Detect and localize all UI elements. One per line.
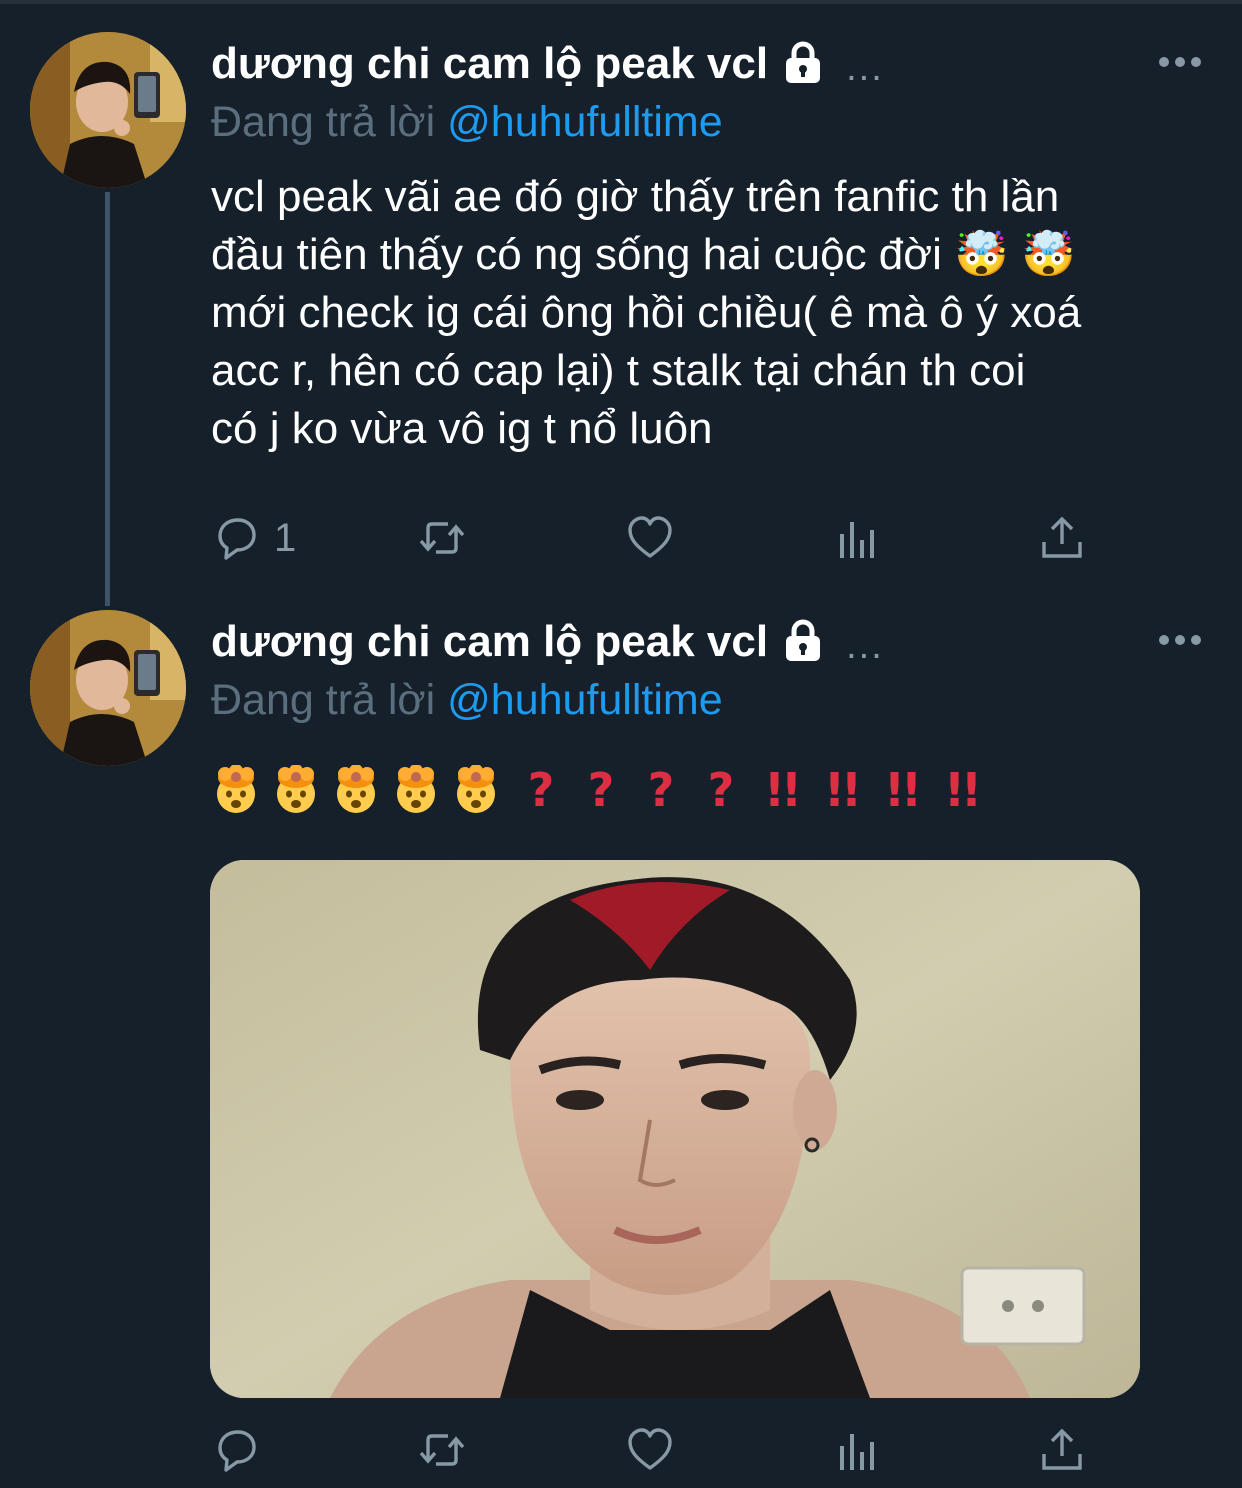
double-exclamation: !! — [824, 763, 862, 817]
tweet-text: vcl peak vãi ae đó giờ thấy trên fanfic … — [211, 172, 1082, 453]
replying-to: Đang trả lời @huhufulltime — [211, 676, 723, 725]
analytics-icon — [840, 1434, 874, 1470]
share-icon — [1042, 1428, 1082, 1470]
heart-icon — [628, 1428, 672, 1470]
retweet-icon — [419, 1434, 465, 1466]
tweet-actions: 1 — [0, 508, 1242, 568]
replying-to: Đang trả lời @huhufulltime — [211, 98, 723, 147]
author-name[interactable]: dương chi cam lộ peak vcl — [211, 39, 768, 89]
analytics-icon — [840, 522, 874, 558]
retweet-button[interactable] — [418, 1420, 466, 1480]
double-exclamation: !! — [944, 763, 982, 817]
avatar[interactable] — [30, 610, 186, 766]
share-button[interactable] — [1038, 508, 1086, 568]
tweet-photo[interactable] — [210, 860, 1140, 1398]
analytics-button[interactable] — [834, 1420, 882, 1480]
like-button[interactable] — [626, 508, 674, 568]
author-name[interactable]: dương chi cam lộ peak vcl — [211, 617, 768, 667]
question-mark: ? — [527, 763, 555, 817]
exploding-head-emoji — [457, 765, 495, 813]
double-exclamation: !! — [764, 763, 802, 817]
avatar-image — [30, 610, 186, 766]
author-row: dương chi cam lộ peak vcl ... — [211, 34, 884, 94]
question-mark: ? — [647, 763, 675, 817]
avatar-image — [30, 32, 186, 188]
more-horizontal-icon[interactable] — [1158, 630, 1202, 650]
lock-icon — [786, 41, 821, 83]
top-divider — [0, 0, 1242, 4]
exploding-head-emoji — [217, 765, 255, 813]
replying-to-handle[interactable]: @huhufulltime — [447, 676, 723, 724]
share-icon — [1042, 516, 1082, 558]
reply-count: 1 — [274, 515, 297, 560]
truncation-dots: ... — [846, 624, 884, 667]
question-mark: ? — [587, 763, 615, 817]
analytics-button[interactable] — [834, 508, 882, 568]
tweet-actions — [0, 1420, 1242, 1480]
double-exclamation: !! — [884, 763, 922, 817]
avatar[interactable] — [30, 32, 186, 188]
truncation-dots: ... — [846, 46, 884, 89]
reply-button[interactable] — [212, 1420, 274, 1480]
exploding-head-emoji — [397, 765, 435, 813]
replying-to-label: Đang trả lời — [211, 98, 436, 146]
question-mark: ? — [707, 763, 735, 817]
retweet-icon — [419, 522, 465, 554]
reply-icon — [218, 518, 256, 560]
replying-to-handle[interactable]: @huhufulltime — [447, 98, 723, 146]
exploding-head-emoji — [337, 765, 375, 813]
author-row: dương chi cam lộ peak vcl ... — [211, 612, 884, 672]
like-button[interactable] — [626, 1420, 674, 1480]
replying-to-label: Đang trả lời — [211, 676, 436, 724]
retweet-button[interactable] — [418, 508, 466, 568]
lock-icon — [786, 619, 821, 661]
more-horizontal-icon[interactable] — [1158, 52, 1202, 72]
reply-icon — [218, 1430, 256, 1472]
share-button[interactable] — [1038, 1420, 1086, 1480]
reply-button[interactable]: 1 — [212, 508, 296, 568]
tweet-text: ? ? ? ? !! !! !! !! — [211, 760, 991, 820]
exploding-head-emoji — [277, 765, 315, 813]
photo-image — [210, 860, 1140, 1398]
heart-icon — [628, 516, 672, 558]
